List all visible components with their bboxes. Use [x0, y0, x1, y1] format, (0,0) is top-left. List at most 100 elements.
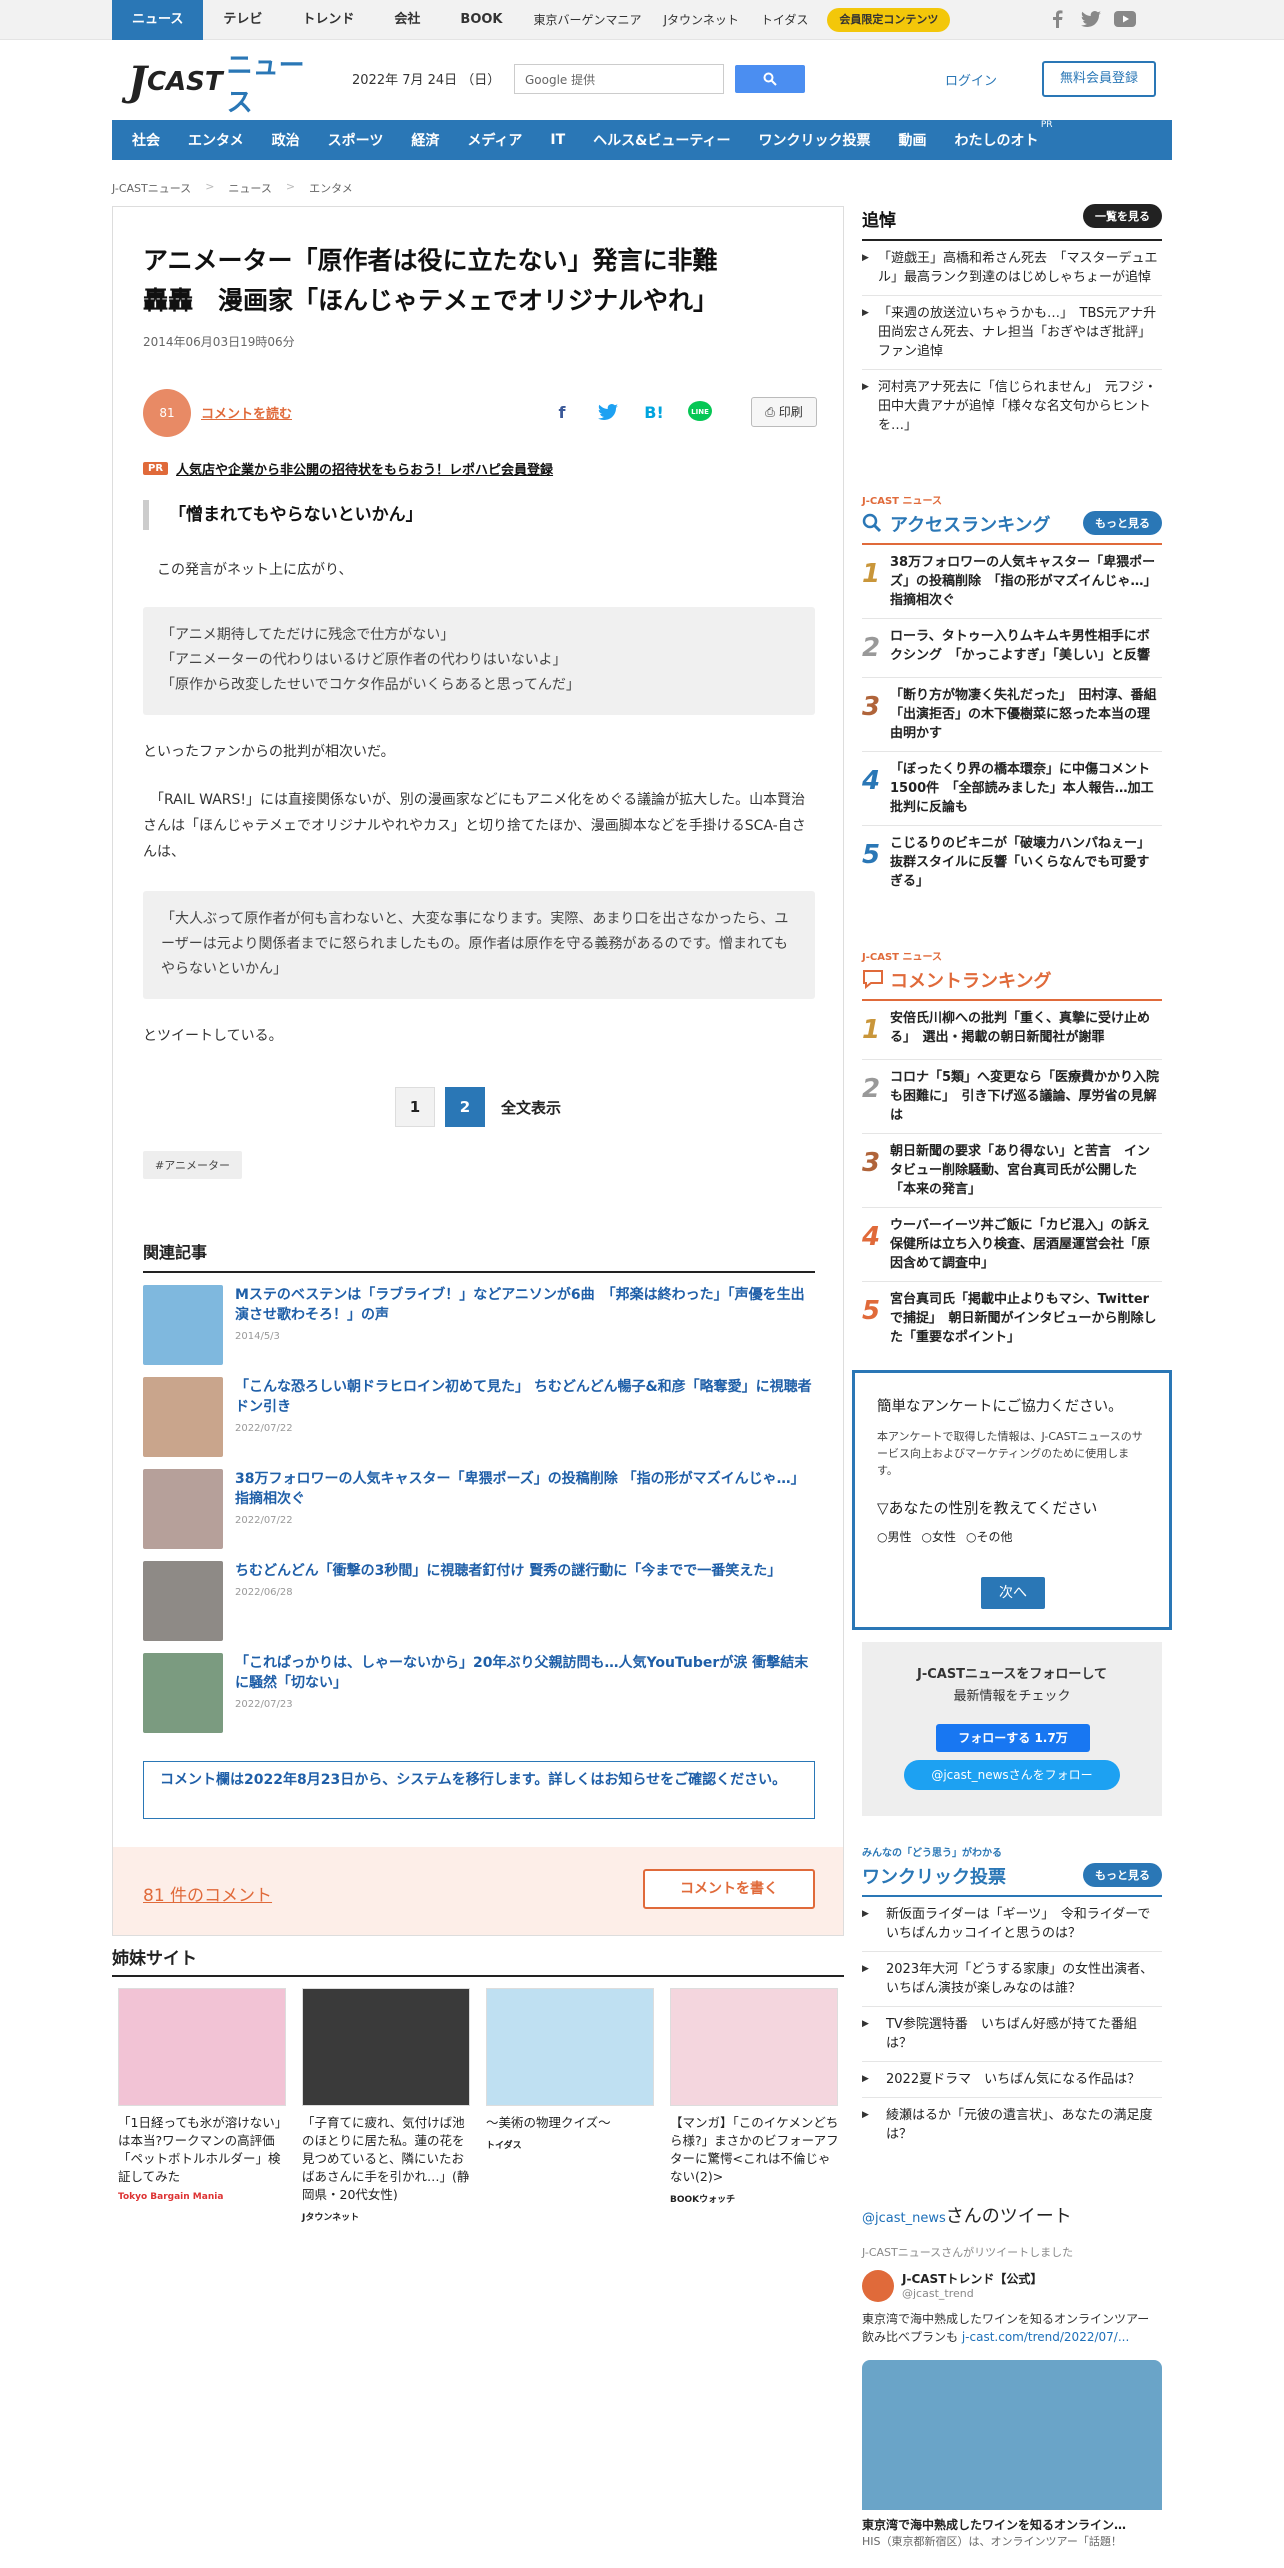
sister-image: [118, 1988, 286, 2106]
twitter-icon[interactable]: [1080, 8, 1102, 30]
page-2-button[interactable]: 2: [445, 1087, 485, 1127]
nav-it[interactable]: IT: [536, 132, 579, 148]
access-ranking-more-button[interactable]: もっと見る: [1083, 511, 1162, 535]
survey-option-other[interactable]: ○その他: [966, 1528, 1013, 1545]
sister-item[interactable]: 〜美術の物理クイズ〜 トイダス: [486, 1988, 658, 2151]
youtube-icon[interactable]: [1114, 8, 1136, 30]
related-heading: 関連記事: [143, 1239, 815, 1273]
survey-options: ○男性 ○女性 ○その他: [877, 1528, 1147, 1545]
twitter-share-icon[interactable]: [595, 399, 621, 425]
write-comment-button[interactable]: コメントを書く: [643, 1869, 815, 1909]
vote-item[interactable]: 綾瀬はるか「元彼の遺言状」、あなたの満足度は？: [862, 2098, 1162, 2152]
nav-economy[interactable]: 経済: [397, 130, 453, 150]
nav-health[interactable]: ヘルス&ビューティー: [579, 130, 744, 150]
pr-banner[interactable]: PR 人気店や企業から非公開の招待状をもらおう！レポハピ会員登録: [143, 459, 553, 478]
top-nav-company[interactable]: 会社: [374, 0, 440, 40]
nav-politics[interactable]: 政治: [258, 130, 314, 150]
obituary-item[interactable]: 河村亮アナ死去に「信じられません」 元フジ・田中大貴アナが追悼「様々な名文句から…: [862, 370, 1162, 443]
top-nav-news[interactable]: ニュース: [112, 0, 204, 40]
comments-count-link[interactable]: 81 件のコメント: [143, 1881, 272, 1906]
nav-video[interactable]: 動画: [885, 130, 941, 150]
sister-item[interactable]: 「子育てに疲れ、気付けば池のほとりに居た私。蓮の花を見つめていると、隣にいたおば…: [302, 1988, 474, 2223]
nav-oneclick-vote[interactable]: ワンクリック投票: [745, 130, 885, 150]
top-nav-jtown[interactable]: Jタウンネット: [653, 0, 750, 40]
ranking-item[interactable]: 5 宮台真司氏「掲載中止よりもマシ、Twitterで捕捉」 朝日新聞がインタビュー…: [862, 1282, 1162, 1355]
ranking-item[interactable]: 2 ローラ、タトゥー入りムキムキ男性相手にボクシング 「かっこよすぎ」「美しい」と…: [862, 619, 1162, 678]
obituary-item[interactable]: 「来週の放送泣いちゃうかも…」 TBS元アナ升田尚宏さん死去、ナレ担当「おぎやは…: [862, 296, 1162, 370]
sister-item[interactable]: 「1日経っても氷が溶けない」は本当?ワークマンの高評価「ペットボトルホルダー」検…: [118, 1988, 290, 2202]
survey-next-button[interactable]: 次へ: [981, 1577, 1045, 1609]
related-article[interactable]: 「こんな恐ろしい朝ドラヒロイン初めて見た」 ちむどんどん暢子&和彦「略奪愛」に視…: [143, 1377, 815, 1459]
member-only-button[interactable]: 会員限定コンテンツ: [827, 8, 951, 32]
breadcrumb-news[interactable]: ニュース: [228, 180, 271, 196]
sister-item[interactable]: 【マンガ】「このイケメンどちら様?」まさかのビフォーアフターに驚愕<これは不倫じ…: [670, 1988, 842, 2205]
top-nav-tv[interactable]: テレビ: [203, 0, 282, 40]
facebook-icon[interactable]: [1046, 8, 1068, 30]
nav-media[interactable]: メディア: [453, 130, 536, 150]
obituary-item[interactable]: 「遊戯王」高橋和希さん死去 「マスターデュエル」最高ランク到達のはじめしゃちょー…: [862, 241, 1162, 296]
page-1-button[interactable]: 1: [395, 1087, 435, 1127]
top-nav-book[interactable]: BOOK: [440, 0, 522, 40]
related-title: ちむどんどん「衝撃の3秒間」に視聴者釘付け 賢秀の謎行動に「今までで一番笑えた」: [235, 1563, 782, 1579]
tweet-card-title[interactable]: 東京湾で海中熟成したワインを知るオンライン…: [862, 2516, 1162, 2533]
breadcrumb-entertainment[interactable]: エンタメ: [309, 180, 353, 196]
survey-option-female[interactable]: ○女性: [922, 1528, 957, 1545]
nav-society[interactable]: 社会: [118, 130, 174, 150]
login-link[interactable]: ログイン: [945, 70, 997, 89]
breadcrumb-home[interactable]: J-CASTニュース: [112, 180, 191, 196]
ranking-item[interactable]: 3 「断り方が物凄く失礼だった」 田村淳、番組「出演拒否」の木下優樹菜に怒った本当…: [862, 678, 1162, 752]
top-nav-trend[interactable]: トレンド: [282, 0, 374, 40]
vote-item[interactable]: 新仮面ライダーは「ギーツ」 令和ライダーでいちばんカッコイイと思うのは？: [862, 1897, 1162, 1952]
facebook-follow-button[interactable]: フォローする 1.7万: [936, 1724, 1090, 1752]
search-button[interactable]: [735, 65, 805, 93]
ranking-item[interactable]: 1 安倍氏川柳への批判「重く、真摯に受け止める」 選出・掲載の朝日新聞社が謝罪: [862, 1001, 1162, 1060]
ranking-item[interactable]: 4 ウーバーイーツ丼ご飯に「カビ混入」の訴え 保健所は立ち入り検査、居酒屋運営会社…: [862, 1208, 1163, 1282]
related-article[interactable]: 「これぱっかりは、しゃーないから」20年ぶり父親訪問も…人気YouTuberが涙…: [143, 1653, 815, 1735]
nav-sports[interactable]: スポーツ: [314, 130, 398, 150]
timeline-handle[interactable]: @jcast_news: [862, 2211, 946, 2226]
ranking-item[interactable]: 5 こじるりのビキニが「破壊力ハンパねぇー」 抜群スタイルに反響「いくらなんでも可…: [862, 826, 1162, 899]
tweet-card-image[interactable]: [862, 2360, 1162, 2510]
line-share-icon[interactable]: LINE: [687, 399, 713, 425]
vote-more-button[interactable]: もっと見る: [1083, 1863, 1162, 1887]
related-article[interactable]: ちむどんどん「衝撃の3秒間」に視聴者釘付け 賢秀の謎行動に「今までで一番笑えた」…: [143, 1561, 815, 1643]
tweet-link[interactable]: j-cast.com/trend/2022/07/...: [962, 2330, 1129, 2344]
current-date: 2022年 7月 24日 （日）: [352, 73, 501, 88]
sister-image: [670, 1988, 838, 2106]
print-button[interactable]: ⎙ 印刷: [751, 397, 817, 427]
vote-item[interactable]: 2022夏ドラマ いちばん気になる作品は？: [862, 2062, 1162, 2098]
survey-option-male[interactable]: ○男性: [877, 1528, 912, 1545]
vote-item[interactable]: TV参院選特番 いちばん好感が持てた番組は？: [862, 2007, 1162, 2062]
system-notice[interactable]: コメント欄は2022年8月23日から、システムを移行します。詳しくはお知らせをご…: [143, 1761, 815, 1819]
ranking-item[interactable]: 1 38万フォロワーの人気キャスター「卑猥ポーズ」の投稿削除 「指の形がマズイんじ…: [862, 545, 1162, 619]
twitter-follow-button[interactable]: @jcast_newsさんをフォロー: [904, 1760, 1120, 1790]
top-nav-bargain[interactable]: 東京バーゲンマニア: [523, 0, 653, 40]
obituary-heading: 追悼 一覧を見る: [862, 204, 1162, 241]
quote-text: 「大人ぶって原作者が何も言わないと、大変な事になります。実際、あまり口を出さなか…: [161, 911, 789, 977]
tweet-author[interactable]: J-CASTトレンド【公式】 @jcast_trend: [862, 2270, 1162, 2302]
facebook-share-icon[interactable]: f: [549, 399, 575, 425]
timeline-heading: @jcast_newsさんのツイート: [862, 2202, 1162, 2228]
related-article[interactable]: Mステのベステンは「ラブライブ！」などアニソンが6曲 「邦楽は終わった」「声優を…: [143, 1285, 815, 1367]
sister-logo: Tokyo Bargain Mania: [118, 2192, 224, 2202]
oneclick-vote: みんなの「どう思う」がわかる ワンクリック投票 もっと見る 新仮面ライダーは「ギ…: [862, 1844, 1162, 2152]
top-nav-toidas[interactable]: トイダス: [750, 0, 820, 40]
ranking-item[interactable]: 3 朝日新聞の要求「あり得ない」と苦言 インタビュー削除騒動、宮台真司氏が公開した…: [862, 1134, 1162, 1208]
read-comments-link[interactable]: コメントを読む: [201, 403, 292, 422]
nav-watashi[interactable]: わたしのオト PR: [941, 120, 1053, 150]
ranking-item[interactable]: 4 「ぼったくり界の橋本環奈」に中傷コメント1500件 「全部読みました」本人報告…: [862, 752, 1162, 826]
comment-count-badge[interactable]: 81: [143, 389, 191, 437]
show-all-link[interactable]: 全文表示: [501, 1097, 561, 1118]
register-button[interactable]: 無料会員登録: [1042, 61, 1156, 97]
vote-item[interactable]: 2023年大河「どうする家康」の女性出演者、いちばん演技が楽しみなのは誰？: [862, 1952, 1162, 2007]
ranking-item[interactable]: 2 コロナ「5類」へ変更なら「医療費かかり入院も困難に」 引き下げ巡る議論、厚労省…: [862, 1060, 1162, 1134]
related-article[interactable]: 38万フォロワーの人気キャスター「卑猥ポーズ」の投稿削除 「指の形がマズイんじゃ…: [143, 1469, 815, 1551]
nav-entertainment[interactable]: エンタメ: [174, 130, 258, 150]
site-logo[interactable]: J CAST ニュース: [128, 51, 318, 118]
ranking-icon: [862, 513, 882, 538]
search-input[interactable]: Google 提供: [514, 64, 724, 94]
article-tag[interactable]: #アニメーター: [143, 1151, 242, 1179]
hatena-bookmark-icon[interactable]: B!: [641, 399, 667, 425]
logo-j: J: [128, 58, 147, 105]
obituary-more-button[interactable]: 一覧を見る: [1083, 204, 1162, 228]
